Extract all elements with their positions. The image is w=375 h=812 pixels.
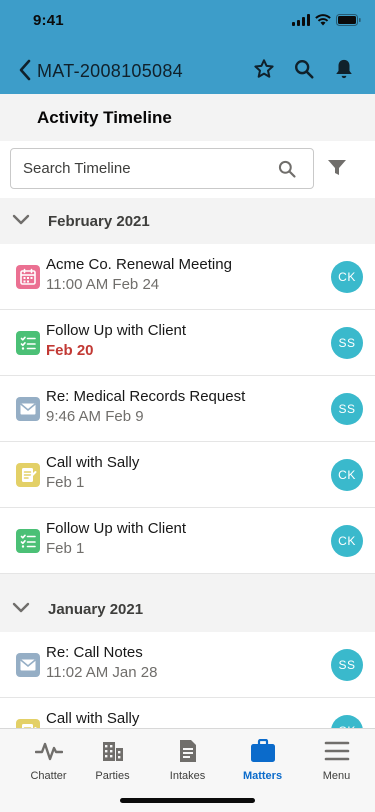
- record-title: MAT-2008105084: [37, 61, 183, 81]
- email-icon: [16, 653, 40, 677]
- tab-menu[interactable]: Menu: [299, 735, 374, 785]
- call-log-icon: [16, 463, 40, 487]
- search-box: [10, 148, 314, 189]
- page-header: Activity Timeline: [0, 94, 375, 141]
- task-icon: [16, 331, 40, 355]
- search-icon: [295, 60, 314, 79]
- item-subject[interactable]: Call with Sally: [46, 710, 139, 727]
- status-time: 9:41: [33, 12, 64, 29]
- back-button[interactable]: [14, 58, 36, 82]
- global-search-button[interactable]: [290, 55, 318, 83]
- tab-intakes[interactable]: Intakes: [150, 735, 225, 785]
- timeline-item[interactable]: Call with Sally CK: [0, 698, 375, 728]
- bell-icon: [336, 59, 352, 79]
- timeline-item[interactable]: Re: Medical Records Request 9:46 AM Feb 9…: [0, 376, 375, 442]
- page-title: Activity Timeline: [37, 108, 172, 127]
- section-spacer: [0, 574, 375, 586]
- task-icon: [16, 529, 40, 553]
- filter-icon[interactable]: [326, 158, 348, 178]
- item-subject[interactable]: Call with Sally: [46, 454, 139, 471]
- item-subject[interactable]: Follow Up with Client: [46, 322, 186, 339]
- section-header[interactable]: January 2021: [0, 586, 375, 632]
- tab-parties[interactable]: Parties: [75, 735, 150, 785]
- tab-label: Menu: [322, 770, 351, 782]
- owner-avatar[interactable]: SS: [331, 327, 363, 359]
- timeline-item[interactable]: Follow Up with Client Feb 20 SS: [0, 310, 375, 376]
- home-indicator: [120, 798, 255, 803]
- section-header[interactable]: February 2021: [0, 198, 375, 244]
- owner-avatar[interactable]: CK: [331, 261, 363, 293]
- activity-timeline-list: February 2021 Acme Co. Renewal Meeting 11:…: [0, 198, 375, 728]
- timeline-item[interactable]: Follow Up with Client Feb 1 CK: [0, 508, 375, 574]
- pulse-icon: [35, 737, 63, 765]
- timeline-item[interactable]: Call with Sally Feb 1 CK: [0, 442, 375, 508]
- briefcase-icon: [249, 737, 277, 765]
- hamburger-icon: [323, 737, 351, 765]
- email-icon: [16, 397, 40, 421]
- timeline-item[interactable]: Re: Call Notes 11:02 AM Jan 28 SS: [0, 632, 375, 698]
- item-date: 11:02 AM Jan 28: [46, 664, 158, 681]
- owner-avatar[interactable]: SS: [331, 649, 363, 681]
- item-subject[interactable]: Acme Co. Renewal Meeting: [46, 256, 232, 273]
- item-date: 9:46 AM Feb 9: [46, 408, 144, 425]
- item-subject[interactable]: Re: Medical Records Request: [46, 388, 245, 405]
- section-label: January 2021: [48, 601, 144, 618]
- timeline-search-row: [0, 141, 375, 198]
- favorite-button[interactable]: [250, 55, 278, 83]
- star-icon: [254, 59, 274, 78]
- tab-matters[interactable]: Matters: [225, 735, 300, 785]
- building-icon: [99, 737, 127, 765]
- app-header: 9:41 MAT-2008105084: [0, 0, 375, 94]
- document-icon: [174, 737, 202, 765]
- section-label: February 2021: [48, 213, 150, 230]
- search-timeline-input[interactable]: [23, 149, 273, 188]
- tab-label: Parties: [95, 770, 130, 782]
- owner-avatar[interactable]: CK: [331, 715, 363, 728]
- item-subject[interactable]: Follow Up with Client: [46, 520, 186, 537]
- owner-avatar[interactable]: CK: [331, 525, 363, 557]
- status-bar: 9:41: [0, 0, 375, 44]
- chevron-down-icon: [12, 602, 30, 613]
- tab-label: Intakes: [169, 770, 206, 782]
- chevron-left-icon: [19, 59, 31, 81]
- item-date: Feb 1: [46, 540, 85, 557]
- search-icon[interactable]: [277, 159, 297, 179]
- item-date: Feb 20: [46, 342, 94, 359]
- signal-icon: [292, 13, 310, 31]
- chevron-down-icon: [12, 214, 30, 225]
- owner-avatar[interactable]: CK: [331, 459, 363, 491]
- wifi-icon: [315, 13, 331, 31]
- nav-bar: MAT-2008105084: [0, 48, 375, 92]
- battery-icon: [336, 13, 361, 31]
- status-icons: [292, 13, 361, 31]
- owner-avatar[interactable]: SS: [331, 393, 363, 425]
- item-subject[interactable]: Re: Call Notes: [46, 644, 143, 661]
- item-date: Feb 1: [46, 474, 85, 491]
- notifications-button[interactable]: [330, 55, 358, 83]
- item-date: 11:00 AM Feb 24: [46, 276, 160, 293]
- tab-label: Matters: [242, 770, 283, 782]
- call-log-icon: [16, 719, 40, 728]
- timeline-item[interactable]: Acme Co. Renewal Meeting 11:00 AM Feb 24 C…: [0, 244, 375, 310]
- calendar-event-icon: [16, 265, 40, 289]
